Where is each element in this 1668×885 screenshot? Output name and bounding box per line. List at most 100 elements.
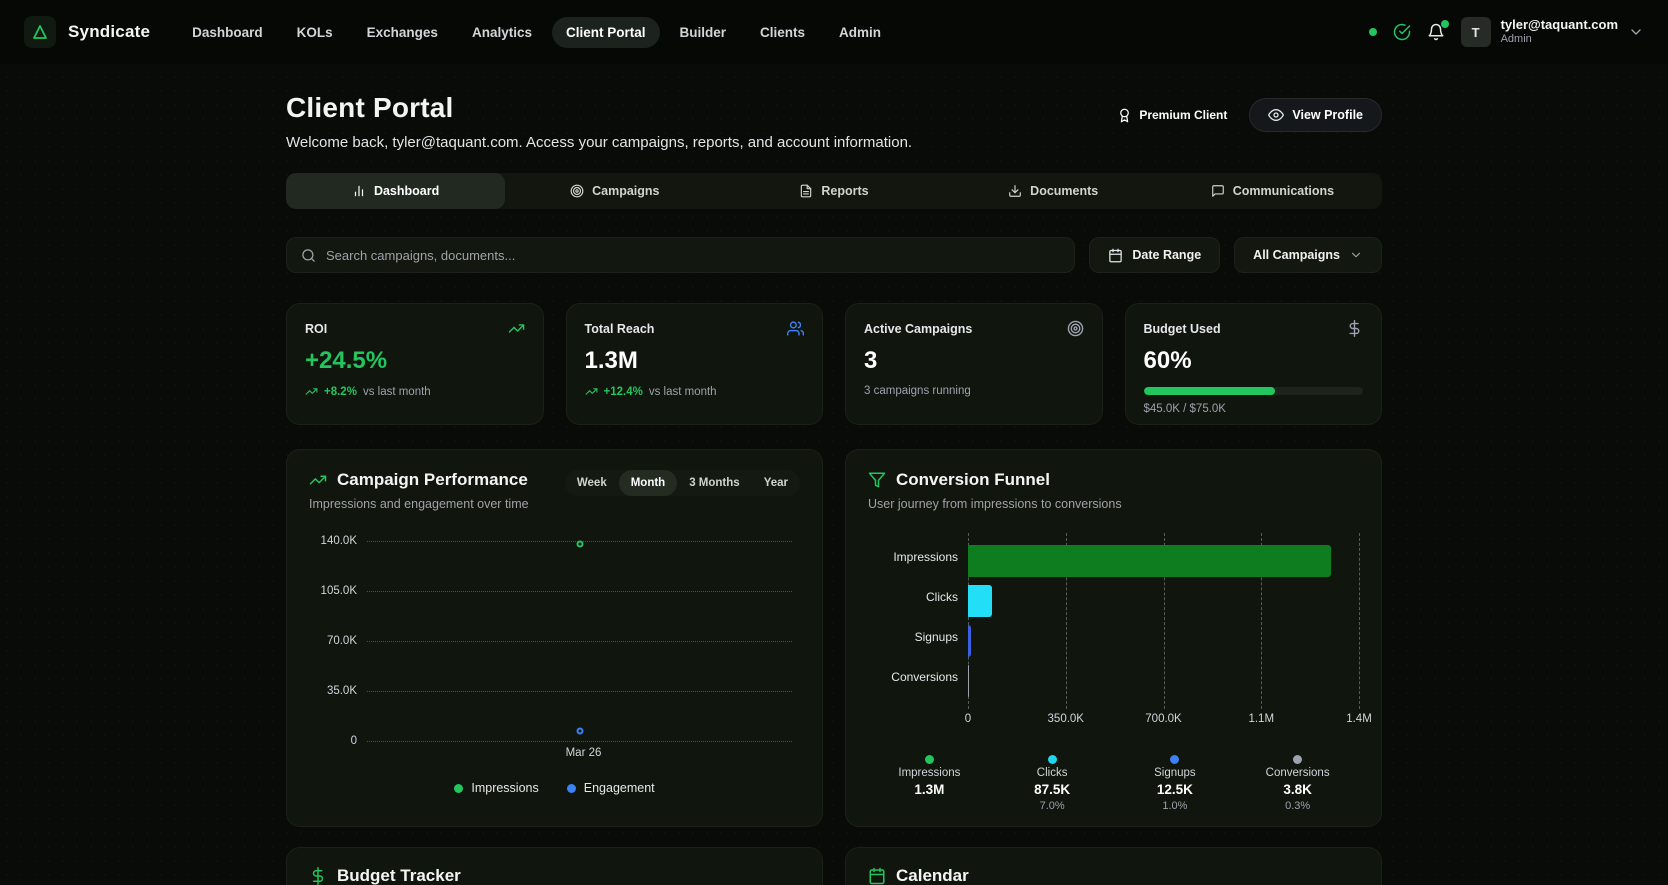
nav-item-builder[interactable]: Builder: [666, 17, 741, 48]
stat-value: +24.5%: [305, 347, 388, 374]
y-tick: 35.0K: [326, 685, 357, 697]
stat-delta: +12.4%: [603, 385, 643, 398]
legend-label: Impressions: [471, 781, 539, 795]
search-input[interactable]: [326, 247, 1061, 263]
campaign-filter-select[interactable]: All Campaigns: [1234, 237, 1382, 273]
view-profile-label: View Profile: [1292, 108, 1363, 122]
funnel-summary: Impressions 1.3M Clicks 87.5K 7.0% Signu…: [868, 755, 1359, 813]
stat-card-active-campaigns: Active Campaigns 3 3 campaigns running: [845, 303, 1103, 425]
impressions-bar[interactable]: [968, 545, 1332, 577]
brand[interactable]: Syndicate: [24, 16, 150, 48]
funnel-row: [968, 621, 1359, 661]
nav-links: Dashboard KOLs Exchanges Analytics Clien…: [178, 16, 895, 48]
chart-title: Campaign Performance: [337, 470, 528, 489]
fstat-label: Signups: [1154, 767, 1196, 779]
user-menu[interactable]: T tyler@taquant.com Admin: [1460, 17, 1644, 47]
conversion-funnel-heading: Conversion Funnel User journey from impr…: [868, 470, 1122, 511]
y-tick: 0: [350, 735, 357, 747]
funnel-category: Conversions: [891, 670, 958, 684]
fstat-value: 87.5K: [1034, 782, 1071, 797]
tab-label: Documents: [1030, 184, 1099, 198]
search-box: [286, 237, 1076, 273]
tab-dashboard[interactable]: Dashboard: [286, 173, 506, 209]
funnel-area: [968, 533, 1360, 709]
funnel-row: [968, 581, 1359, 621]
page-header-actions: Premium Client View Profile: [1117, 98, 1382, 132]
campaign-filter-label: All Campaigns: [1253, 248, 1340, 262]
stat-label: ROI: [305, 321, 328, 336]
file-text-icon: [799, 184, 813, 198]
fstat-label: Impressions: [898, 767, 961, 779]
x-tick: 1.4M: [1346, 713, 1372, 725]
nav-item-admin[interactable]: Admin: [825, 17, 895, 48]
tab-campaigns[interactable]: Campaigns: [505, 173, 724, 209]
clicks-bar[interactable]: [968, 585, 993, 617]
nav-item-client-portal[interactable]: Client Portal: [551, 16, 660, 48]
trending-up-icon: [305, 385, 318, 398]
page-header: Client Portal Welcome back, tyler@taquan…: [286, 92, 1382, 151]
funnel-stat-impressions: Impressions 1.3M: [868, 755, 991, 813]
date-range-button[interactable]: Date Range: [1089, 237, 1221, 273]
tab-communications[interactable]: Communications: [1163, 173, 1382, 209]
message-square-icon: [1211, 184, 1225, 198]
gridline: 70.0K: [327, 635, 792, 647]
funnel-categories: Impressions Clicks Signups Conversions: [868, 537, 968, 705]
brand-name: Syndicate: [68, 22, 151, 41]
stat-card-budget-used: Budget Used 60% $45.0K / $75.0K: [1124, 303, 1382, 425]
nav-item-clients[interactable]: Clients: [746, 17, 819, 48]
impressions-data-point[interactable]: [576, 540, 583, 548]
fstat-value: 1.3M: [914, 782, 945, 797]
tab-label: Dashboard: [373, 184, 440, 198]
view-profile-button[interactable]: View Profile: [1249, 98, 1382, 132]
x-tick: 0: [964, 713, 972, 725]
nav-item-analytics[interactable]: Analytics: [458, 17, 546, 48]
chart-title: Conversion Funnel: [896, 470, 1050, 489]
stat-dot: [1293, 755, 1303, 764]
legend-engagement: Engagement: [566, 781, 655, 795]
stat-card-roi: ROI +24.5% +8.2% vs last month: [286, 303, 544, 425]
search-icon: [301, 248, 316, 263]
legend-impressions: Impressions: [454, 781, 539, 795]
budget-progress-fill: [1143, 387, 1276, 395]
nav-item-exchanges[interactable]: Exchanges: [353, 17, 452, 48]
tab-documents[interactable]: Documents: [944, 173, 1163, 209]
stats-row: ROI +24.5% +8.2% vs last month Total Rea…: [286, 303, 1382, 425]
stat-footnote: 3 campaigns running: [864, 385, 971, 397]
stat-value: 3: [864, 347, 878, 374]
nav-item-dashboard[interactable]: Dashboard: [178, 17, 277, 48]
range-month-button[interactable]: Month: [618, 470, 678, 496]
charts-row: Campaign Performance Impressions and eng…: [286, 449, 1382, 827]
fstat-value: 3.8K: [1283, 782, 1312, 797]
engagement-data-point[interactable]: [576, 727, 583, 735]
funnel-category: Impressions: [893, 550, 958, 564]
conversion-funnel-card: Conversion Funnel User journey from impr…: [845, 449, 1382, 827]
users-icon: [787, 320, 804, 337]
campaign-performance-heading: Campaign Performance Impressions and eng…: [309, 470, 529, 511]
stat-value: 60%: [1143, 347, 1192, 374]
x-tick: Mar 26: [565, 747, 602, 759]
nav-item-kols[interactable]: KOLs: [283, 17, 347, 48]
conversions-bar[interactable]: [968, 665, 970, 697]
notifications-button[interactable]: [1427, 19, 1449, 41]
range-year-button[interactable]: Year: [752, 470, 800, 496]
trending-up-icon: [309, 471, 327, 489]
nav-right: T tyler@taquant.com Admin: [1368, 17, 1644, 47]
trending-up-icon: [585, 385, 598, 398]
range-week-button[interactable]: Week: [565, 470, 619, 496]
avatar: T: [1460, 17, 1491, 47]
calendar-icon: [868, 867, 886, 885]
premium-client-badge: Premium Client: [1117, 108, 1227, 123]
x-axis: Mar 26: [367, 747, 800, 765]
y-tick: 140.0K: [320, 535, 357, 547]
target-icon: [570, 184, 584, 198]
stat-delta-suffix: vs last month: [648, 385, 717, 398]
stat-label: Budget Used: [1143, 321, 1221, 336]
tab-reports[interactable]: Reports: [724, 173, 943, 209]
tab-label: Communications: [1232, 184, 1335, 198]
signups-bar[interactable]: [968, 625, 972, 657]
range-3months-button[interactable]: 3 Months: [677, 470, 751, 496]
funnel-row: [968, 541, 1359, 581]
notification-badge: [1440, 19, 1449, 28]
trending-up-icon: [508, 320, 525, 337]
gridline: 0: [351, 735, 792, 747]
